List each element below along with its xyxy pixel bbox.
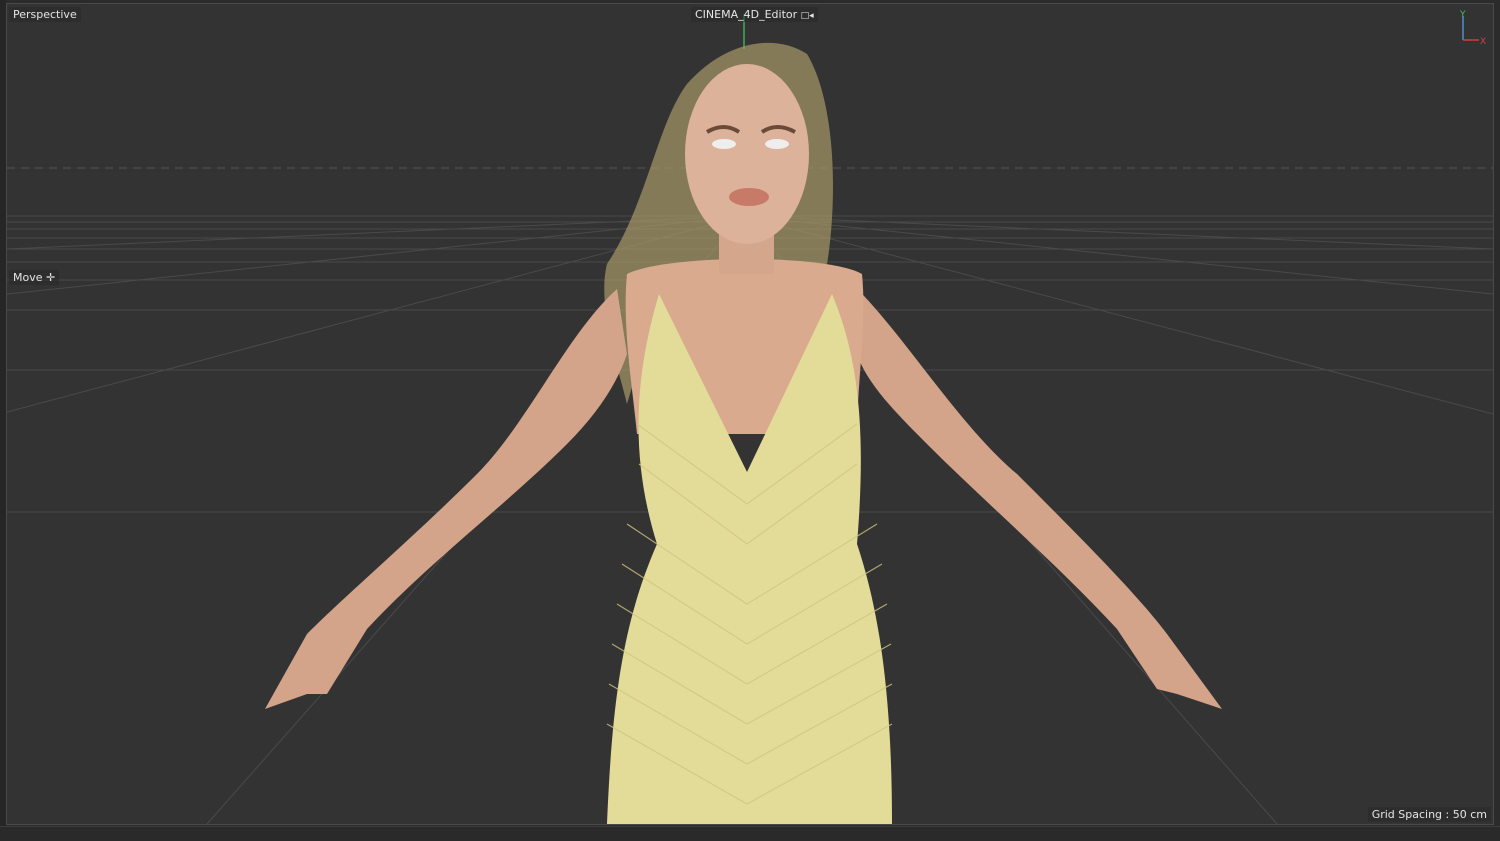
left-arm: [265, 289, 627, 709]
axis-y-label: Y: [1459, 10, 1466, 20]
view-name-label[interactable]: Perspective: [9, 7, 81, 22]
tool-name: Move: [13, 271, 43, 284]
camera-name-label[interactable]: CINEMA_4D_Editor □◂: [691, 7, 818, 22]
axis-gizmo: Y X: [1449, 8, 1489, 48]
perspective-viewport[interactable]: Perspective CINEMA_4D_Editor □◂ Move ✛ G…: [6, 3, 1494, 825]
axis-x-label: X: [1480, 37, 1486, 47]
tool-label: Move ✛: [9, 270, 60, 285]
head: [685, 64, 809, 244]
scene-canvas: [7, 14, 1493, 824]
bottom-toolbar-edge: [0, 826, 1500, 841]
grid-spacing-label: Grid Spacing : 50 cm: [1367, 807, 1491, 822]
camera-name: CINEMA_4D_Editor: [695, 8, 798, 21]
right-arm: [847, 279, 1222, 709]
move-icon: ✛: [46, 271, 56, 284]
camera-lock-icon[interactable]: □◂: [801, 11, 814, 21]
